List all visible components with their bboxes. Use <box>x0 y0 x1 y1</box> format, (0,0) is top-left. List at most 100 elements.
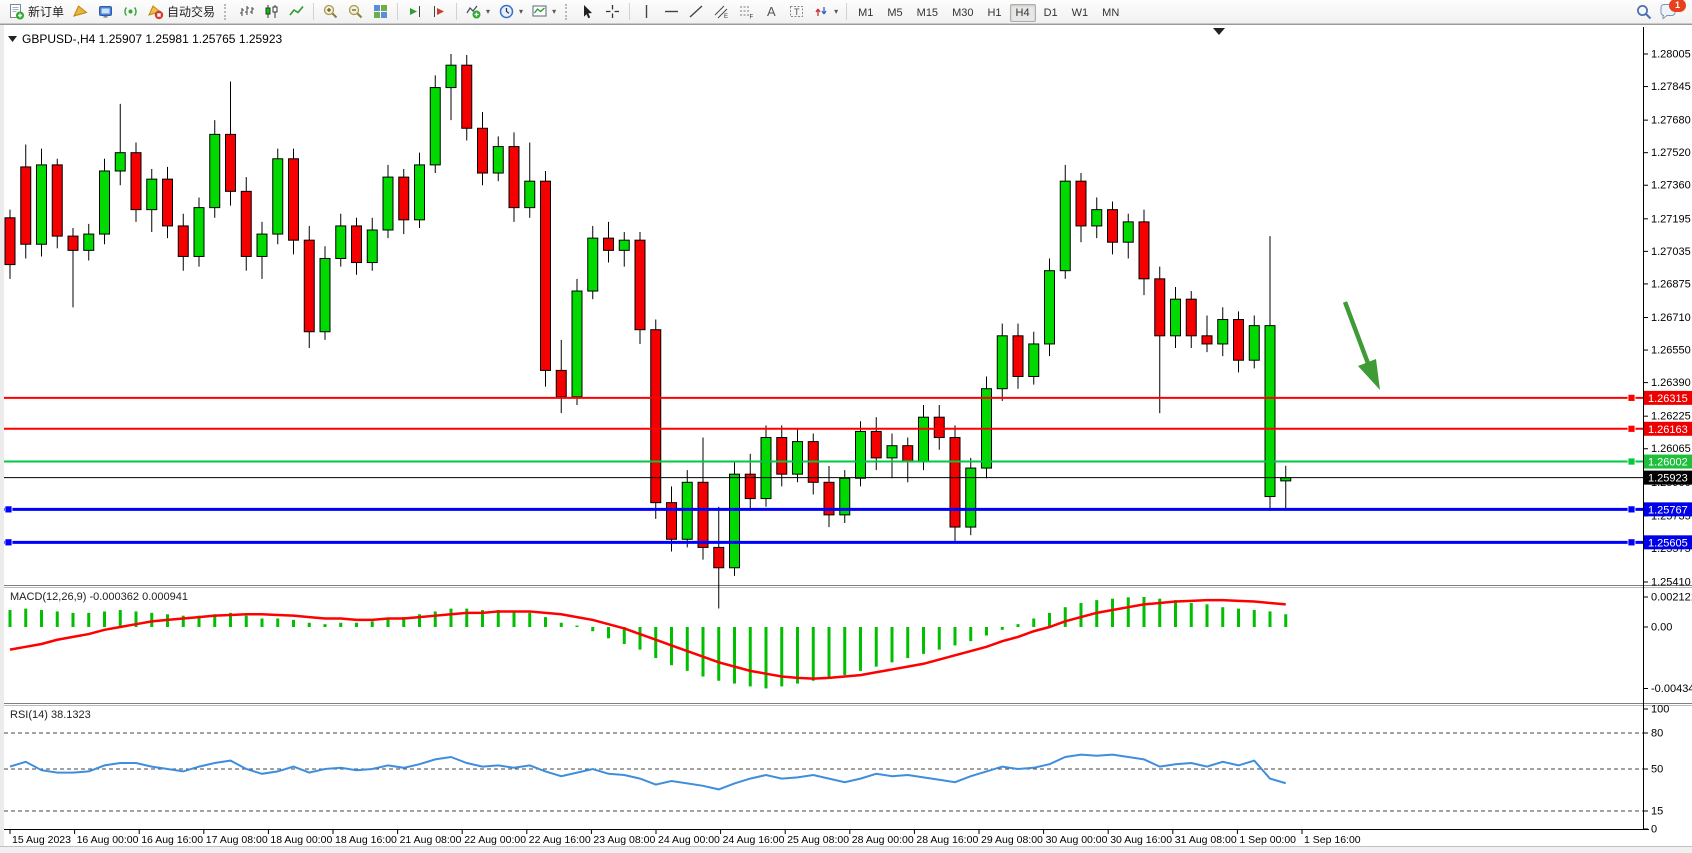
candle-body <box>1092 210 1102 226</box>
candle-body <box>651 330 661 503</box>
rsi-label: RSI(14) 38.1323 <box>10 709 91 721</box>
line-chart-icon <box>288 3 305 20</box>
time-tick-label: 1 Sep 00:00 <box>1239 834 1296 846</box>
candle-body <box>588 238 598 291</box>
gold-pyramid-button[interactable] <box>68 1 93 23</box>
new-order-button[interactable]: 新订单 <box>4 1 68 23</box>
price-tag-label: 1.25605 <box>1648 537 1688 549</box>
candlestick-chart-button[interactable] <box>259 1 284 23</box>
time-tick-label: 16 Aug 00:00 <box>77 834 139 846</box>
cursor-icon <box>579 3 596 20</box>
chart-canvas[interactable]: 1.280051.278451.276801.275201.273601.271… <box>0 0 1692 853</box>
timeframe-button-M5[interactable]: M5 <box>881 4 908 22</box>
equidistant-channel-tool-button[interactable]: E <box>709 1 734 23</box>
autotrade-button[interactable]: 自动交易 <box>143 1 219 23</box>
candle-body <box>68 236 78 250</box>
timeframe-button-W1[interactable]: W1 <box>1066 4 1095 22</box>
price-tick-label: 1.25410 <box>1651 577 1691 589</box>
timeframe-toolbar: M1M5M15M30H1H4D1W1MN <box>851 3 1126 21</box>
candle-body <box>84 234 94 250</box>
text-tool-button[interactable]: A <box>759 1 784 23</box>
time-tick-label: 22 Aug 00:00 <box>464 834 526 846</box>
price-tag-label: 1.25767 <box>1648 504 1688 516</box>
chart-window <box>0 24 1692 853</box>
price-tick-label: 1.26710 <box>1651 312 1691 324</box>
hline-handle[interactable] <box>1628 425 1635 432</box>
search-icon[interactable] <box>1635 3 1653 21</box>
svg-text:E: E <box>724 14 728 20</box>
candle-body <box>871 431 881 457</box>
vertical-line-tool-button[interactable] <box>634 1 659 23</box>
macd-tick-label: 0.00 <box>1651 622 1672 634</box>
cursor-tool-button[interactable] <box>575 1 600 23</box>
timeframe-button-M1[interactable]: M1 <box>852 4 879 22</box>
candle-body <box>604 238 614 250</box>
time-tick-label: 30 Aug 16:00 <box>1110 834 1172 846</box>
line-chart-button[interactable] <box>284 1 309 23</box>
candle-body <box>226 134 236 191</box>
auto-scroll-button[interactable] <box>402 1 427 23</box>
toolbar-right-tools: 1 <box>1635 3 1688 21</box>
new-order-document-icon <box>8 3 25 20</box>
main-toolbar: 新订单 自动交易 <box>0 0 1692 24</box>
candle-body <box>194 208 204 257</box>
candle-body <box>163 179 173 226</box>
time-tick-label: 28 Aug 00:00 <box>852 834 914 846</box>
time-tick-label: 28 Aug 16:00 <box>916 834 978 846</box>
new-order-label: 新订单 <box>28 3 64 20</box>
arrows-tool-button[interactable]: ▾ <box>809 1 842 23</box>
candle-body <box>367 230 377 263</box>
timeframe-button-MN[interactable]: MN <box>1096 4 1125 22</box>
chat-button[interactable]: 1 <box>1659 3 1678 21</box>
price-tick-label: 1.27195 <box>1651 213 1691 225</box>
text-label-tool-button[interactable]: T <box>784 1 809 23</box>
crosshair-tool-button[interactable] <box>600 1 625 23</box>
bar-chart-icon <box>238 3 255 20</box>
signal-button[interactable] <box>118 1 143 23</box>
chart-shift-button[interactable] <box>427 1 452 23</box>
candle-body <box>430 88 440 165</box>
timeframe-button-H1[interactable]: H1 <box>981 4 1007 22</box>
candle-body <box>966 468 976 527</box>
price-tick-label: 1.28005 <box>1651 49 1691 61</box>
zoom-out-icon <box>347 3 364 20</box>
hline-handle[interactable] <box>1628 458 1635 465</box>
candle-body <box>1045 271 1055 344</box>
candle-body <box>37 165 47 244</box>
template-button[interactable]: ▾ <box>527 1 560 23</box>
candle-body <box>1202 336 1212 344</box>
timeframe-button-H4[interactable]: H4 <box>1010 4 1036 22</box>
timeframe-button-M15[interactable]: M15 <box>911 4 944 22</box>
timeframe-button-D1[interactable]: D1 <box>1038 4 1064 22</box>
candle-body <box>777 438 787 475</box>
price-tick-label: 1.26875 <box>1651 278 1691 290</box>
candle-body <box>556 370 566 396</box>
hline-handle[interactable] <box>1628 506 1635 513</box>
candle-body <box>1123 222 1133 242</box>
periods-button[interactable]: ▾ <box>494 1 527 23</box>
horizontal-line-tool-button[interactable] <box>659 1 684 23</box>
price-tag-label: 1.26315 <box>1648 393 1688 405</box>
indicators-button[interactable]: ▾ <box>461 1 494 23</box>
trendline-tool-button[interactable] <box>684 1 709 23</box>
candle-body <box>383 177 393 230</box>
market-monitor-button[interactable] <box>93 1 118 23</box>
hline-handle[interactable] <box>1628 539 1635 546</box>
tile-windows-button[interactable] <box>368 1 393 23</box>
zoom-in-button[interactable] <box>318 1 343 23</box>
price-tick-label: 1.26065 <box>1651 443 1691 455</box>
fibonacci-tool-button[interactable]: F <box>734 1 759 23</box>
toolbar-grip[interactable] <box>224 4 229 20</box>
time-tick-label: 21 Aug 08:00 <box>400 834 462 846</box>
zoom-out-button[interactable] <box>343 1 368 23</box>
toolbar-grip[interactable] <box>565 4 570 20</box>
price-tick-label: 1.27360 <box>1651 180 1691 192</box>
fibonacci-icon: F <box>738 3 755 20</box>
candle-body <box>635 240 645 330</box>
hline-handle[interactable] <box>5 539 12 546</box>
time-tick-label: 18 Aug 00:00 <box>270 834 332 846</box>
hline-handle[interactable] <box>1628 394 1635 401</box>
hline-handle[interactable] <box>5 506 12 513</box>
timeframe-button-M30[interactable]: M30 <box>946 4 979 22</box>
bar-chart-button[interactable] <box>234 1 259 23</box>
